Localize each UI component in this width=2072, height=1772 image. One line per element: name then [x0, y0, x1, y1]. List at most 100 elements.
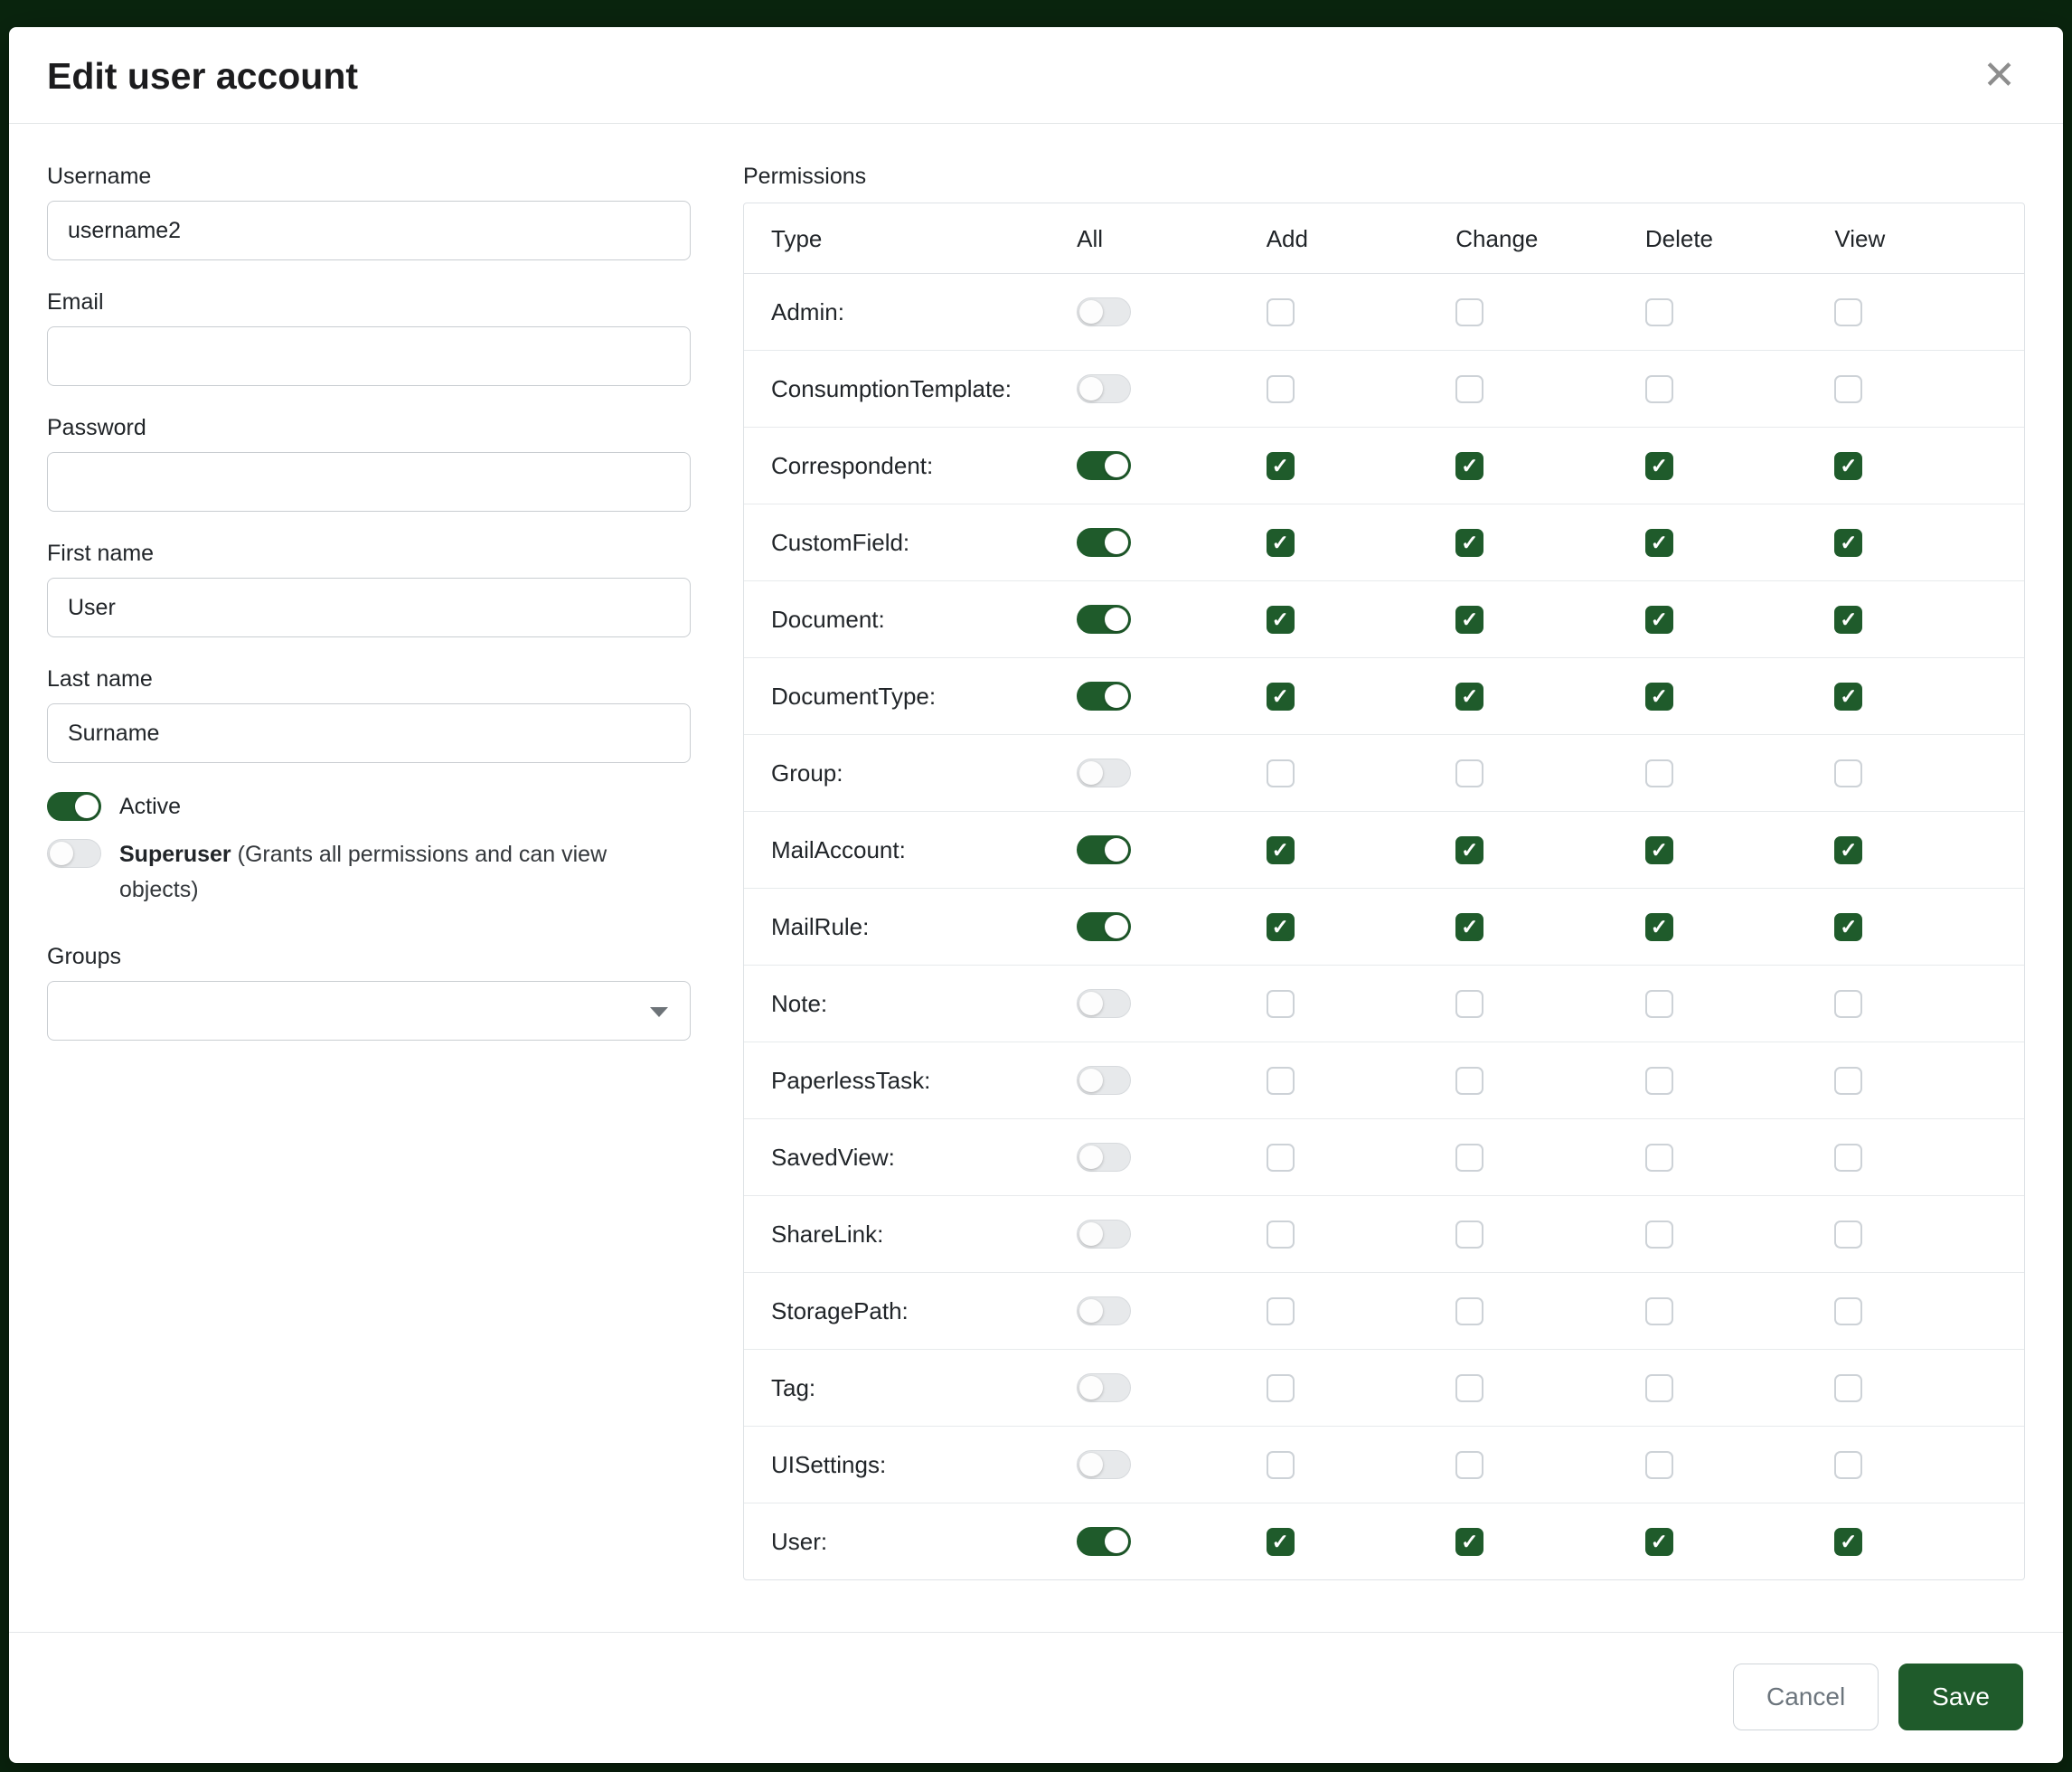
- permission-view-checkbox[interactable]: [1834, 759, 1862, 787]
- permission-change-checkbox[interactable]: [1455, 529, 1483, 557]
- permission-view-checkbox[interactable]: [1834, 1451, 1862, 1479]
- permission-all-toggle[interactable]: [1077, 759, 1131, 787]
- permission-delete-checkbox[interactable]: [1645, 1067, 1673, 1095]
- permission-delete-checkbox[interactable]: [1645, 1297, 1673, 1325]
- permission-delete-checkbox[interactable]: [1645, 836, 1673, 864]
- permission-all-toggle[interactable]: [1077, 682, 1131, 711]
- permission-change-checkbox[interactable]: [1455, 1528, 1483, 1556]
- permission-all-toggle[interactable]: [1077, 1066, 1131, 1095]
- permission-delete-checkbox[interactable]: [1645, 759, 1673, 787]
- permission-all-toggle[interactable]: [1077, 374, 1131, 403]
- permission-view-checkbox[interactable]: [1834, 375, 1862, 403]
- permission-delete-checkbox[interactable]: [1645, 1144, 1673, 1172]
- permission-all-toggle[interactable]: [1077, 835, 1131, 864]
- permission-add-checkbox[interactable]: [1267, 990, 1295, 1018]
- permission-all-toggle[interactable]: [1077, 528, 1131, 557]
- permission-delete-checkbox[interactable]: [1645, 452, 1673, 480]
- permission-delete-checkbox[interactable]: [1645, 298, 1673, 326]
- username-input[interactable]: [47, 201, 691, 260]
- permission-view-checkbox[interactable]: [1834, 913, 1862, 941]
- permission-all-toggle[interactable]: [1077, 1143, 1131, 1172]
- permission-add-checkbox[interactable]: [1267, 1451, 1295, 1479]
- permission-view-checkbox[interactable]: [1834, 1221, 1862, 1249]
- permission-view-checkbox[interactable]: [1834, 606, 1862, 634]
- permission-view-checkbox[interactable]: [1834, 1297, 1862, 1325]
- permission-delete-checkbox[interactable]: [1645, 683, 1673, 711]
- permission-delete-checkbox[interactable]: [1645, 913, 1673, 941]
- permission-change-checkbox[interactable]: [1455, 1297, 1483, 1325]
- permission-all-toggle[interactable]: [1077, 912, 1131, 941]
- permission-delete-checkbox[interactable]: [1645, 606, 1673, 634]
- permission-change-checkbox[interactable]: [1455, 1067, 1483, 1095]
- permission-add-checkbox[interactable]: [1267, 1144, 1295, 1172]
- permission-change-checkbox[interactable]: [1455, 298, 1483, 326]
- permission-change-checkbox[interactable]: [1455, 759, 1483, 787]
- first-name-input[interactable]: [47, 578, 691, 637]
- permission-view-checkbox[interactable]: [1834, 990, 1862, 1018]
- permission-view-checkbox[interactable]: [1834, 529, 1862, 557]
- permission-type-label: ShareLink:: [771, 1221, 883, 1248]
- permission-all-toggle[interactable]: [1077, 1220, 1131, 1249]
- permission-type-label: SavedView:: [771, 1144, 895, 1171]
- permission-view-checkbox[interactable]: [1834, 1067, 1862, 1095]
- cancel-button[interactable]: Cancel: [1733, 1664, 1879, 1730]
- permission-all-toggle[interactable]: [1077, 1450, 1131, 1479]
- permission-add-checkbox[interactable]: [1267, 683, 1295, 711]
- permission-change-checkbox[interactable]: [1455, 452, 1483, 480]
- permission-view-checkbox[interactable]: [1834, 683, 1862, 711]
- permission-add-checkbox[interactable]: [1267, 1528, 1295, 1556]
- permission-delete-checkbox[interactable]: [1645, 1374, 1673, 1402]
- permission-add-checkbox[interactable]: [1267, 452, 1295, 480]
- permission-view-checkbox[interactable]: [1834, 836, 1862, 864]
- permission-add-checkbox[interactable]: [1267, 759, 1295, 787]
- permission-view-checkbox[interactable]: [1834, 1374, 1862, 1402]
- permission-all-toggle[interactable]: [1077, 1296, 1131, 1325]
- permission-add-checkbox[interactable]: [1267, 606, 1295, 634]
- permission-delete-checkbox[interactable]: [1645, 529, 1673, 557]
- close-button[interactable]: ✕: [1975, 52, 2023, 99]
- permission-view-checkbox[interactable]: [1834, 298, 1862, 326]
- permission-add-checkbox[interactable]: [1267, 913, 1295, 941]
- permission-all-toggle[interactable]: [1077, 297, 1131, 326]
- permission-add-checkbox[interactable]: [1267, 1297, 1295, 1325]
- permission-all-toggle[interactable]: [1077, 1527, 1131, 1556]
- permission-delete-checkbox[interactable]: [1645, 1451, 1673, 1479]
- groups-select[interactable]: [47, 981, 691, 1041]
- permission-all-toggle[interactable]: [1077, 605, 1131, 634]
- permission-delete-checkbox[interactable]: [1645, 375, 1673, 403]
- permission-add-checkbox[interactable]: [1267, 1067, 1295, 1095]
- save-button[interactable]: Save: [1898, 1664, 2023, 1730]
- email-input[interactable]: [47, 326, 691, 386]
- permission-change-checkbox[interactable]: [1455, 683, 1483, 711]
- permission-all-toggle[interactable]: [1077, 1373, 1131, 1402]
- password-input[interactable]: [47, 452, 691, 512]
- permission-delete-checkbox[interactable]: [1645, 1528, 1673, 1556]
- permission-change-checkbox[interactable]: [1455, 375, 1483, 403]
- superuser-toggle[interactable]: [47, 839, 101, 868]
- permission-change-checkbox[interactable]: [1455, 1221, 1483, 1249]
- permission-add-checkbox[interactable]: [1267, 1221, 1295, 1249]
- permission-change-checkbox[interactable]: [1455, 1144, 1483, 1172]
- active-toggle[interactable]: [47, 792, 101, 821]
- permission-delete-checkbox[interactable]: [1645, 1221, 1673, 1249]
- permission-change-checkbox[interactable]: [1455, 1374, 1483, 1402]
- permission-view-checkbox[interactable]: [1834, 1144, 1862, 1172]
- permission-all-toggle[interactable]: [1077, 451, 1131, 480]
- permission-add-checkbox[interactable]: [1267, 298, 1295, 326]
- permission-add-checkbox[interactable]: [1267, 529, 1295, 557]
- permission-view-checkbox[interactable]: [1834, 452, 1862, 480]
- permission-all-toggle[interactable]: [1077, 989, 1131, 1018]
- permission-type-label: ConsumptionTemplate:: [771, 375, 1012, 402]
- permission-change-checkbox[interactable]: [1455, 836, 1483, 864]
- permission-add-checkbox[interactable]: [1267, 375, 1295, 403]
- permission-delete-checkbox[interactable]: [1645, 990, 1673, 1018]
- first-name-label: First name: [47, 541, 691, 567]
- permission-view-checkbox[interactable]: [1834, 1528, 1862, 1556]
- permission-change-checkbox[interactable]: [1455, 1451, 1483, 1479]
- permission-change-checkbox[interactable]: [1455, 606, 1483, 634]
- permission-add-checkbox[interactable]: [1267, 836, 1295, 864]
- last-name-input[interactable]: [47, 703, 691, 763]
- permission-add-checkbox[interactable]: [1267, 1374, 1295, 1402]
- permission-change-checkbox[interactable]: [1455, 913, 1483, 941]
- permission-change-checkbox[interactable]: [1455, 990, 1483, 1018]
